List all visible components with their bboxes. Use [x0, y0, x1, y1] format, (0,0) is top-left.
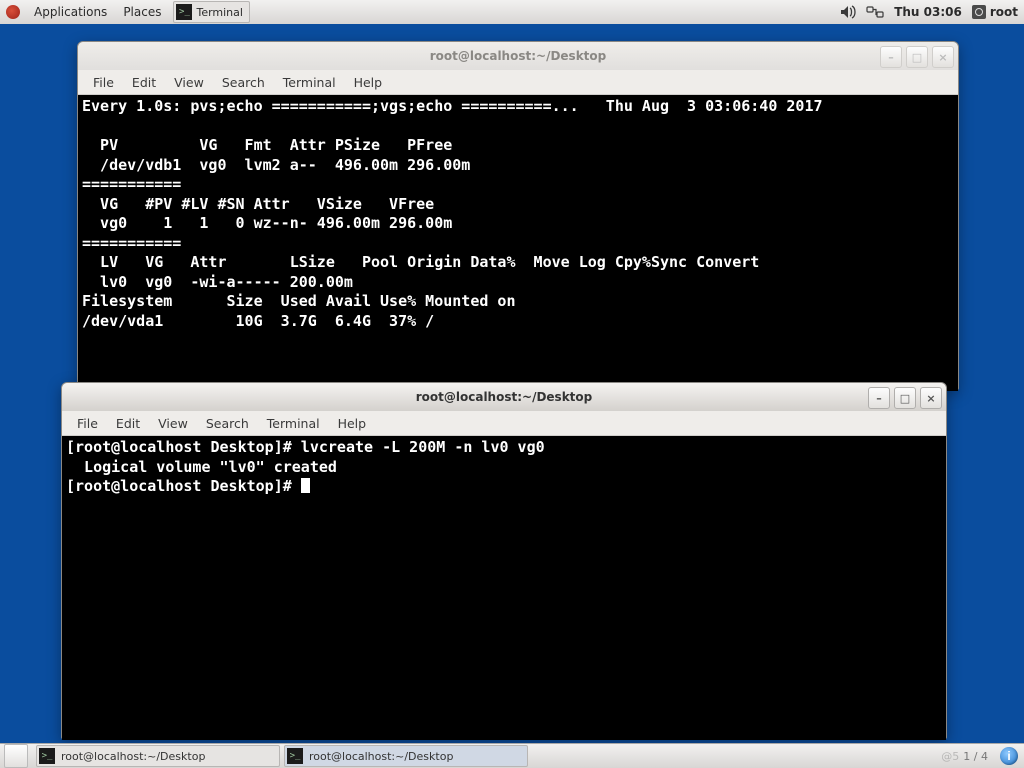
distro-icon	[6, 5, 20, 19]
window-title: root@localhost:~/Desktop	[62, 390, 946, 404]
menu-search[interactable]: Search	[213, 75, 274, 90]
menu-edit[interactable]: Edit	[123, 75, 165, 90]
taskbar-item-1[interactable]: >_ root@localhost:~/Desktop	[36, 745, 280, 767]
maximize-button[interactable]: □	[906, 46, 928, 68]
minimize-button[interactable]: –	[880, 46, 902, 68]
panel-task-terminal[interactable]: >_ Terminal	[173, 1, 250, 23]
show-desktop-button[interactable]	[4, 744, 28, 768]
terminal-menubar: File Edit View Search Terminal Help	[62, 411, 946, 436]
terminal-window-1[interactable]: root@localhost:~/Desktop – □ × File Edit…	[77, 41, 959, 390]
titlebar[interactable]: root@localhost:~/Desktop – □ ×	[78, 42, 958, 70]
clock[interactable]: Thu 03:06	[894, 5, 962, 19]
menu-edit[interactable]: Edit	[107, 416, 149, 431]
top-panel: Applications Places >_ Terminal Thu 03:0…	[0, 0, 1024, 25]
menu-view[interactable]: View	[165, 75, 213, 90]
menu-places[interactable]: Places	[115, 5, 169, 19]
notification-icon[interactable]: i	[1000, 747, 1018, 765]
terminal-output[interactable]: Every 1.0s: pvs;echo ===========;vgs;ech…	[78, 95, 958, 391]
terminal-icon: >_	[39, 748, 55, 764]
terminal-icon: >_	[287, 748, 303, 764]
menu-help[interactable]: Help	[345, 75, 392, 90]
terminal-icon: >_	[176, 4, 192, 20]
volume-icon[interactable]	[840, 5, 856, 19]
window-title: root@localhost:~/Desktop	[78, 49, 958, 63]
titlebar[interactable]: root@localhost:~/Desktop – □ ×	[62, 383, 946, 411]
network-icon[interactable]	[866, 5, 884, 19]
close-button[interactable]: ×	[920, 387, 942, 409]
taskbar-item-2[interactable]: >_ root@localhost:~/Desktop	[284, 745, 528, 767]
close-button[interactable]: ×	[932, 46, 954, 68]
bottom-panel: >_ root@localhost:~/Desktop >_ root@loca…	[0, 743, 1024, 768]
cursor	[301, 478, 310, 493]
workspace-indicator[interactable]: @5 1 / 4	[941, 750, 994, 763]
user-label: root	[990, 5, 1018, 19]
menu-terminal[interactable]: Terminal	[258, 416, 329, 431]
menu-file[interactable]: File	[84, 75, 123, 90]
terminal-window-2[interactable]: root@localhost:~/Desktop – □ × File Edit…	[61, 382, 947, 739]
menu-file[interactable]: File	[68, 416, 107, 431]
menu-view[interactable]: View	[149, 416, 197, 431]
system-tray: Thu 03:06 root	[830, 5, 1024, 19]
menu-search[interactable]: Search	[197, 416, 258, 431]
desktop: http://bl assinator root@localhost:~/Des…	[0, 24, 1024, 744]
minimize-button[interactable]: –	[868, 387, 890, 409]
maximize-button[interactable]: □	[894, 387, 916, 409]
taskbar-item-label: root@localhost:~/Desktop	[309, 750, 453, 763]
terminal-menubar: File Edit View Search Terminal Help	[78, 70, 958, 95]
menu-help[interactable]: Help	[329, 416, 376, 431]
user-menu[interactable]: root	[972, 5, 1018, 19]
panel-task-label: Terminal	[196, 6, 243, 19]
taskbar-item-label: root@localhost:~/Desktop	[61, 750, 205, 763]
power-icon	[972, 5, 986, 19]
menu-applications[interactable]: Applications	[26, 5, 115, 19]
menu-terminal[interactable]: Terminal	[274, 75, 345, 90]
terminal-output[interactable]: [root@localhost Desktop]# lvcreate -L 20…	[62, 436, 946, 740]
